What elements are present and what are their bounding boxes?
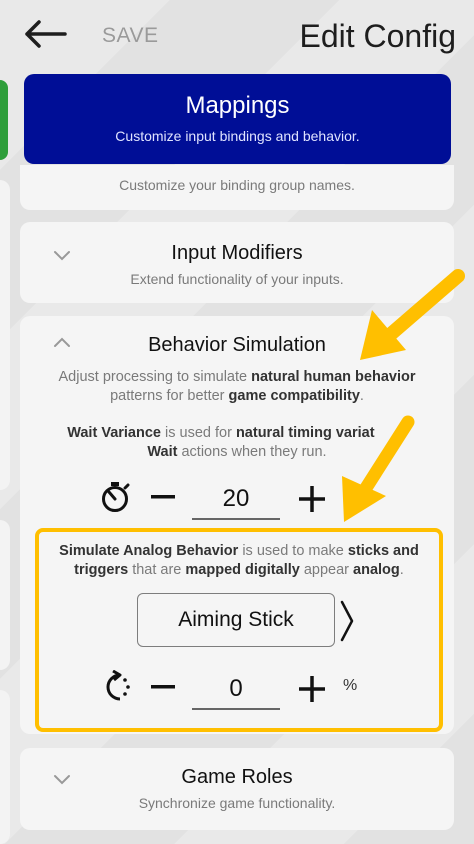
analog-value[interactable]: 0 bbox=[192, 672, 280, 710]
page-title: Edit Config bbox=[299, 18, 456, 54]
plus-icon bbox=[299, 676, 325, 702]
left-side-tab[interactable] bbox=[0, 80, 8, 160]
group-names-card[interactable]: Customize your binding group names. bbox=[20, 165, 454, 210]
annotation-arrow-icon bbox=[342, 415, 415, 522]
wait-variance-increment-button[interactable] bbox=[297, 484, 327, 514]
wait-variance-decrement-button[interactable] bbox=[150, 484, 176, 510]
mappings-banner[interactable]: Mappings Customize input bindings and be… bbox=[24, 74, 451, 164]
game-roles-title: Game Roles bbox=[181, 766, 293, 788]
analog-decrement-button[interactable] bbox=[150, 674, 176, 700]
banner-subtitle: Customize input bindings and behavior. bbox=[115, 128, 360, 144]
game-roles-subtitle: Synchronize game functionality. bbox=[138, 795, 336, 811]
group-names-subtitle: Customize your binding group names. bbox=[119, 177, 355, 193]
back-button[interactable] bbox=[22, 16, 68, 52]
stopwatch-icon bbox=[102, 482, 130, 512]
game-roles-card[interactable]: Game Roles Synchronize game functionalit… bbox=[20, 748, 454, 830]
save-button[interactable]: SAVE bbox=[102, 24, 158, 48]
next-chevron-icon[interactable] bbox=[338, 598, 356, 644]
analog-increment-button[interactable] bbox=[297, 674, 327, 704]
analog-behavior-description: Simulate Analog Behavior is used to make… bbox=[59, 543, 419, 578]
analog-target-select[interactable]: Aiming Stick bbox=[137, 593, 335, 647]
left-side-panel bbox=[0, 690, 10, 844]
minus-icon bbox=[151, 495, 175, 499]
minus-icon bbox=[151, 685, 175, 689]
plus-icon bbox=[299, 486, 325, 512]
annotation-arrow-icon bbox=[360, 269, 465, 360]
left-side-panel bbox=[0, 180, 10, 490]
analog-unit-label: % bbox=[343, 677, 358, 694]
left-side-panel bbox=[0, 520, 10, 670]
top-bar: SAVE Edit Config bbox=[0, 0, 474, 72]
back-arrow-icon bbox=[25, 20, 67, 48]
rotate-icon bbox=[106, 670, 130, 701]
banner-title: Mappings bbox=[185, 92, 290, 119]
wait-variance-value[interactable]: 20 bbox=[192, 482, 280, 520]
